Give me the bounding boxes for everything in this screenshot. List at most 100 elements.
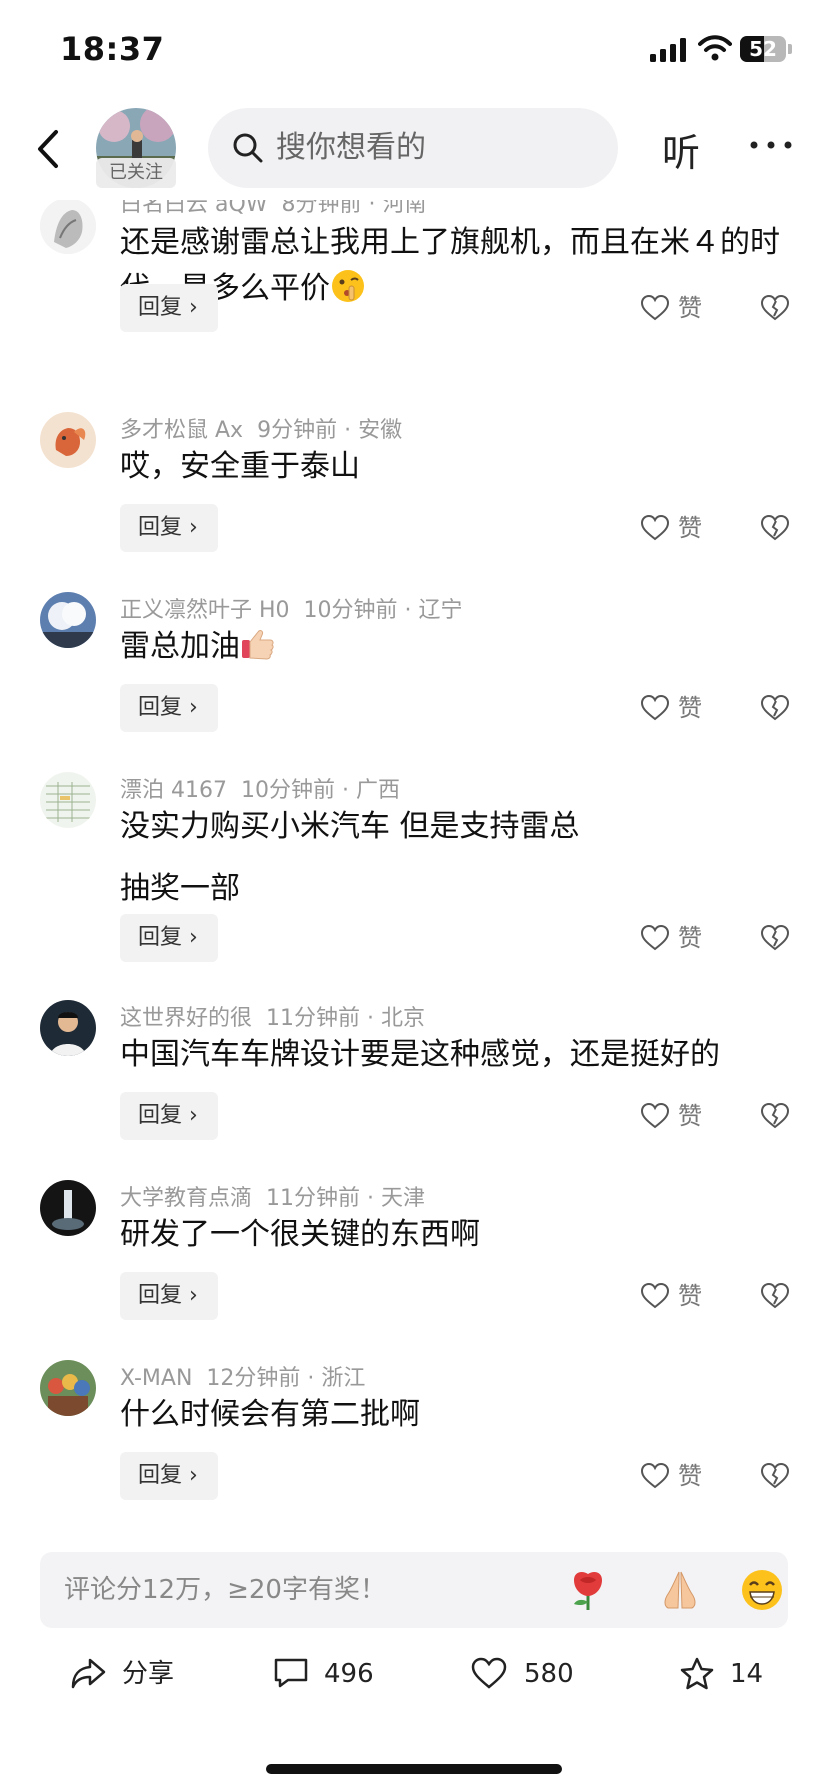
dislike-button[interactable] [760,1456,792,1496]
heart-icon [640,294,670,321]
comment-meta: 多才松鼠 Ax 9分钟前 · 安徽 [120,418,403,443]
broken-heart-icon [760,694,790,721]
reply-label: 回复 [138,1103,183,1128]
reply-button[interactable]: 回复 › [120,684,218,732]
reply-button[interactable]: 回复 › [120,914,218,962]
grin-emoji[interactable] [740,1568,784,1612]
heart-icon [640,514,670,541]
broken-heart-icon [760,1282,790,1309]
avatar[interactable] [40,592,96,648]
dislike-button[interactable] [760,288,792,328]
comment-text: 什么时候会有第二批啊 [120,1397,420,1432]
comment-author[interactable]: 多才松鼠 Ax [120,418,243,443]
like-button[interactable]: 赞 [640,1456,720,1496]
comment-time: 9分钟前 [257,418,338,443]
dislike-button[interactable] [760,1096,792,1136]
status-time: 18:37 [60,30,165,68]
comment-location: 北京 [381,1006,426,1031]
search-icon [233,133,263,163]
reply-label: 回复 [138,1283,183,1308]
comment-input[interactable]: 评论分12万，≥20字有奖！ [40,1552,788,1628]
search-input[interactable]: 搜你想看的 [208,108,618,188]
like-label: 赞 [678,294,702,322]
share-button[interactable]: 分享 [70,1652,180,1696]
battery-indicator: 52 [740,36,792,62]
dislike-button[interactable] [760,688,792,728]
listen-button[interactable]: 听 [662,122,700,177]
pray-emoji[interactable] [658,1568,702,1612]
broken-heart-icon [760,294,790,321]
like-button[interactable]: 赞 [640,508,720,548]
comment-time: 10分钟前 [303,598,398,623]
reply-label: 回复 [138,295,183,320]
comment-icon [274,1658,308,1688]
dislike-button[interactable] [760,918,792,958]
comment-author[interactable]: 这世界好的很 [120,1006,252,1031]
comment-author[interactable]: 正义凛然叶子 H0 [120,598,290,623]
comment-author[interactable]: 漂泊 4167 [120,778,227,803]
rose-emoji[interactable] [566,1568,610,1612]
comment-text: 哎，安全重于泰山 [120,449,360,484]
author-avatar-button[interactable]: 已关注 [96,108,176,188]
status-bar: 18:37 52 [0,0,828,100]
comment-count: 496 [324,1659,374,1689]
top-nav: 已关注 搜你想看的 听 [0,100,828,200]
avatar[interactable] [40,1360,96,1416]
reply-button[interactable]: 回复 › [120,1272,218,1320]
like-post-button[interactable]: 580 [470,1652,580,1696]
comment-location: 天津 [381,1186,426,1211]
broken-heart-icon [760,514,790,541]
shush-emoji [332,270,364,302]
avatar[interactable] [40,1000,96,1056]
like-button[interactable]: 赞 [640,918,720,958]
reply-button[interactable]: 回复 › [120,504,218,552]
like-label: 赞 [678,1282,702,1310]
dislike-button[interactable] [760,508,792,548]
home-indicator [266,1764,562,1774]
reply-button[interactable]: 回复 › [120,1092,218,1140]
avatar[interactable] [40,772,96,828]
comment-text: 中国汽车车牌设计要是这种感觉，还是挺好的 [120,1037,720,1072]
comment-meta: 漂泊 4167 10分钟前 · 广西 [120,778,400,803]
comment-location: 广西 [355,778,400,803]
heart-icon [640,1102,670,1129]
like-label: 赞 [678,1462,702,1490]
broken-heart-icon [760,924,790,951]
comment-text-line: 没实力购买小米汽车 但是支持雷总 [120,809,580,844]
comment-author[interactable]: 大学教育点滴 [120,1186,252,1211]
comment-text-content: 雷总加油 [120,629,240,664]
heart-icon [640,1282,670,1309]
broken-heart-icon [760,1102,790,1129]
more-options-icon[interactable] [746,120,796,170]
comment-time: 12分钟前 [206,1366,301,1391]
favorite-button[interactable]: 14 [678,1652,778,1696]
avatar[interactable] [40,198,96,254]
like-button[interactable]: 赞 [640,288,720,328]
reply-label: 回复 [138,1463,183,1488]
comment-input-hint: 评论分12万，≥20字有奖！ [64,1575,386,1605]
like-button[interactable]: 赞 [640,1276,720,1316]
action-bar: 分享 496 580 14 [0,1640,828,1710]
battery-tip [788,44,792,54]
like-button[interactable]: 赞 [640,688,720,728]
reply-label: 回复 [138,695,183,720]
comment-meta: 大学教育点滴 11分钟前 · 天津 [120,1186,426,1211]
avatar[interactable] [40,1180,96,1236]
like-label: 赞 [678,514,702,542]
reply-label: 回复 [138,515,183,540]
avatar[interactable] [40,412,96,468]
wifi-icon [698,35,732,61]
comments-button[interactable]: 496 [272,1652,382,1696]
comment-text: 研发了一个很关键的东西啊 [120,1217,480,1252]
cellular-signal-icon [650,38,686,62]
back-arrow-icon[interactable] [30,124,70,174]
like-button[interactable]: 赞 [640,1096,720,1136]
comment-author[interactable]: X-MAN [120,1366,192,1391]
reply-button[interactable]: 回复 › [120,284,218,332]
like-count: 580 [524,1659,574,1689]
dislike-button[interactable] [760,1276,792,1316]
comment-location: 浙江 [321,1366,366,1391]
reply-button[interactable]: 回复 › [120,1452,218,1500]
battery-percent: 52 [749,37,777,61]
heart-icon [640,694,670,721]
